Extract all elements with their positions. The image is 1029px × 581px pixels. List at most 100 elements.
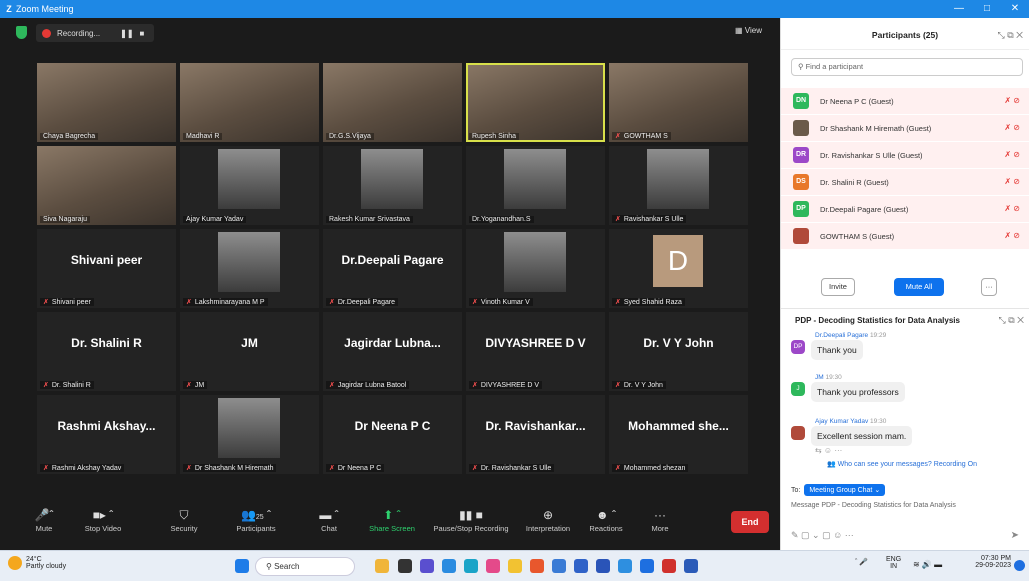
view-button[interactable]: ▦ View — [735, 26, 762, 35]
window-title: Zoom Meeting — [16, 4, 74, 14]
system-tray[interactable]: ˆ 🎤 — [855, 558, 868, 566]
participant-photo — [504, 149, 566, 209]
video-tile[interactable]: ✗ GOWTHAM S — [609, 63, 748, 142]
tile-caption: Dr.Yoganandhan.S — [469, 216, 534, 223]
video-tile[interactable]: Siva Nagaraju — [37, 146, 176, 225]
video-tile[interactable]: Jagirdar Lubna... ✗ Jagirdar Lubna Batool — [323, 312, 462, 391]
participant-row[interactable]: GOWTHAM S (Guest) ✗ ⊘ — [781, 223, 1029, 249]
panel-window-icons[interactable]: ⤡ ⧉ ✕ — [998, 30, 1024, 41]
close-icon[interactable]: ✕ — [1001, 0, 1029, 18]
video-tile[interactable]: Dr Neena P C ✗ Dr Neena P C — [323, 395, 462, 474]
video-tile[interactable]: Dr.Yoganandhan.S — [466, 146, 605, 225]
pause-icon[interactable]: ❚❚ — [120, 29, 133, 38]
chat-message-input[interactable]: Message PDP - Decoding Statistics for Da… — [791, 502, 956, 509]
participant-row[interactable]: DP Dr.Deepali Pagare (Guest) ✗ ⊘ — [781, 196, 1029, 222]
interpretation-button[interactable]: ⊕ Interpretation — [520, 506, 576, 533]
zoom-taskbar-icon[interactable] — [640, 559, 654, 573]
chat-bubble[interactable]: Thank you professors — [811, 382, 905, 402]
network-volume-battery-icons[interactable]: ≋ 🔊 ▬ — [913, 560, 942, 569]
muted-video-off-icons[interactable]: ✗ ⊘ — [1004, 123, 1020, 132]
participant-row[interactable]: DN Dr Neena P C (Guest) ✗ ⊘ — [781, 88, 1029, 114]
edge-icon[interactable] — [464, 559, 478, 573]
video-tile[interactable]: Rupesh Sinha — [466, 63, 605, 142]
settings-icon[interactable] — [618, 559, 632, 573]
instagram-icon[interactable] — [486, 559, 500, 573]
video-tile[interactable]: Shivani peer ✗ Shivani peer — [37, 229, 176, 308]
acrobat-icon[interactable] — [662, 559, 676, 573]
security-shield-icon[interactable] — [16, 26, 27, 39]
video-tile[interactable]: D ✗ Syed Shahid Raza — [609, 229, 748, 308]
language-indicator[interactable]: ENG IN — [886, 556, 901, 570]
video-tile[interactable]: ✗ Ravishankar S Ulle — [609, 146, 748, 225]
message-actions-icons[interactable]: ⇆ ☺ ··· — [815, 446, 842, 455]
video-tile[interactable]: Ajay Kumar Yadav — [180, 146, 319, 225]
video-tile[interactable]: Rashmi Akshay... ✗ Rashmi Akshay Yadav — [37, 395, 176, 474]
end-meeting-button[interactable]: End — [731, 511, 769, 533]
participant-row[interactable]: DS Dr. Shalini R (Guest) ✗ ⊘ — [781, 169, 1029, 195]
file-explorer-icon[interactable] — [508, 559, 522, 573]
who-can-see-notice[interactable]: 👥 Who can see your messages? Recording O… — [827, 460, 977, 468]
notepad-icon[interactable] — [574, 559, 588, 573]
video-tile[interactable]: Madhavi R — [180, 63, 319, 142]
teams-icon[interactable] — [420, 559, 434, 573]
weather-widget[interactable]: 24°C Partly cloudy — [8, 556, 66, 570]
video-tile[interactable]: Dr.Deepali Pagare ✗ Dr.Deepali Pagare — [323, 229, 462, 308]
participant-row[interactable]: DR Dr. Ravishankar S Ulle (Guest) ✗ ⊘ — [781, 142, 1029, 168]
more-label: More — [651, 524, 669, 533]
chat-format-icons[interactable]: ✎ ▢ ⌄ ▢ ☺ ··· — [791, 530, 854, 541]
video-tile[interactable]: Dr. V Y John ✗ Dr. V Y John — [609, 312, 748, 391]
video-tile[interactable]: Dr.G.S.Vijaya — [323, 63, 462, 142]
security-button[interactable]: ⛉ Security — [164, 506, 204, 533]
chrome-icon[interactable] — [530, 559, 544, 573]
participants-button[interactable]: 👥25 ˆ Participants — [228, 506, 284, 533]
video-tile[interactable]: Chaya Bagrecha — [37, 63, 176, 142]
participants-more-button[interactable]: ··· — [981, 278, 997, 296]
muted-video-off-icons[interactable]: ✗ ⊘ — [1004, 96, 1020, 105]
tile-caption-name: Dr. Shalini R — [51, 381, 91, 389]
muted-video-off-icons[interactable]: ✗ ⊘ — [1004, 204, 1020, 213]
mail-icon[interactable] — [442, 559, 456, 573]
send-icon[interactable]: ➤ — [1011, 530, 1019, 541]
video-tile[interactable]: ✗ Dr Shashank M Hiremath — [180, 395, 319, 474]
video-tile[interactable]: JM ✗ JM — [180, 312, 319, 391]
muted-video-off-icons[interactable]: ✗ ⊘ — [1004, 150, 1020, 159]
stop-icon[interactable]: ■ — [140, 29, 145, 38]
invite-button[interactable]: Invite — [821, 278, 855, 296]
recording-indicator[interactable]: Recording... ❚❚ ■ — [36, 24, 154, 42]
widgets-icon[interactable] — [375, 559, 389, 573]
store-icon[interactable] — [596, 559, 610, 573]
chat-button[interactable]: ▬ ˆ Chat — [314, 506, 344, 533]
chat-bubble[interactable]: Thank you — [811, 340, 863, 360]
share-screen-button[interactable]: ⬆ ˆ Share Screen — [366, 506, 418, 533]
muted-video-off-icons[interactable]: ✗ ⊘ — [1004, 177, 1020, 186]
maximize-icon[interactable]: □ — [973, 0, 1001, 18]
mute-button[interactable]: 🎤ˆ Mute — [24, 506, 64, 533]
start-icon[interactable] — [235, 559, 249, 573]
clock[interactable]: 07:30 PM 29-09-2023 — [975, 555, 1011, 569]
video-tile[interactable]: Dr. Shalini R ✗ Dr. Shalini R — [37, 312, 176, 391]
chat-bubble[interactable]: Excellent session mam. — [811, 426, 913, 446]
taskbar-search[interactable]: ⚲ Search — [255, 557, 355, 576]
recipient-select[interactable]: Meeting Group Chat ⌄ — [804, 484, 886, 496]
video-tile[interactable]: Rakesh Kumar Srivastava — [323, 146, 462, 225]
minimize-icon[interactable]: — — [945, 0, 973, 18]
video-tile[interactable]: Mohammed she... ✗ Mohammed shezan — [609, 395, 748, 474]
calculator-icon[interactable] — [552, 559, 566, 573]
stop-video-button[interactable]: ■▸ ˆ Stop Video — [78, 506, 128, 533]
word-icon[interactable] — [684, 559, 698, 573]
mute-all-button[interactable]: Mute All — [894, 278, 944, 296]
participant-avatar: DR — [793, 147, 809, 163]
task-view-icon[interactable] — [398, 559, 412, 573]
chat-window-icons[interactable]: ⤡ ⧉ ✕ — [999, 315, 1025, 326]
participant-search-input[interactable]: ⚲ Find a participant — [791, 58, 1023, 76]
video-tile[interactable]: ✗ Vinoth Kumar V — [466, 229, 605, 308]
more-button[interactable]: ··· More — [644, 506, 676, 533]
video-tile[interactable]: Dr. Ravishankar... ✗ Dr. Ravishankar S Ull… — [466, 395, 605, 474]
video-tile[interactable]: ✗ Lakshminarayana M P — [180, 229, 319, 308]
pause-recording-button[interactable]: ▮▮ ■ Pause/Stop Recording — [428, 506, 514, 533]
participant-row[interactable]: Dr Shashank M Hiremath (Guest) ✗ ⊘ — [781, 115, 1029, 141]
video-tile[interactable]: DIVYASHREE D V ✗ DIVYASHREE D V — [466, 312, 605, 391]
reactions-button[interactable]: ☻ ˆ Reactions — [584, 506, 628, 533]
muted-video-off-icons[interactable]: ✗ ⊘ — [1004, 231, 1020, 240]
notification-icon[interactable] — [1014, 560, 1025, 571]
